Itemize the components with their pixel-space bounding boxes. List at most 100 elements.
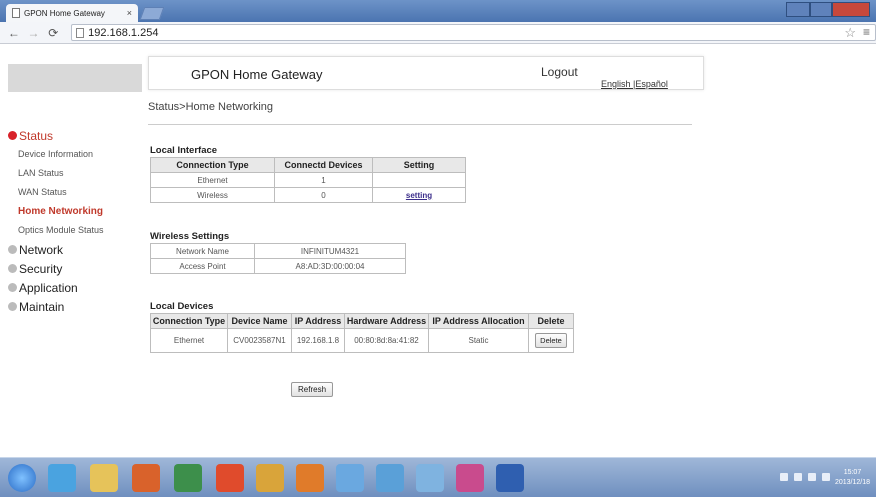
breadcrumb: Status>Home Networking (148, 101, 274, 113)
menu-icon[interactable]: ≡ (863, 25, 870, 39)
media-icon[interactable] (132, 464, 160, 492)
column-header: Hardware Address (344, 313, 429, 329)
bullet-icon (8, 283, 17, 292)
tray-icon[interactable] (780, 473, 788, 481)
ie-icon[interactable] (48, 464, 76, 492)
cell-label: Network Name (150, 243, 255, 259)
sidebar: Status Device Information LAN Status WAN… (8, 126, 142, 316)
app-icon[interactable] (416, 464, 444, 492)
column-header: Delete (528, 313, 574, 329)
sidebar-category-security[interactable]: Security (8, 259, 142, 278)
sidebar-item-home-networking[interactable]: Home Networking (8, 202, 142, 221)
tab-close-button[interactable]: × (127, 8, 132, 18)
browser-tab[interactable]: GPON Home Gateway × (6, 4, 138, 22)
tab-title: GPON Home Gateway (24, 8, 105, 18)
cell-devices: 0 (274, 187, 373, 203)
tray-icon[interactable] (794, 473, 802, 481)
column-header: Device Name (227, 313, 292, 329)
browser-titlebar: GPON Home Gateway × (0, 0, 876, 22)
local-devices-table: Connection Type Device Name IP Address H… (150, 313, 574, 353)
forward-icon[interactable]: → (26, 26, 42, 40)
outlook-icon[interactable] (296, 464, 324, 492)
bullet-icon (8, 131, 17, 140)
app-icon[interactable] (336, 464, 364, 492)
wireless-settings-table: Network Name INFINITUM4321 Access Point … (150, 243, 406, 274)
cell-connection-type: Ethernet (150, 328, 228, 353)
logout-link[interactable]: Logout (541, 65, 578, 79)
folder-icon[interactable] (90, 464, 118, 492)
cell-connection-type: Wireless (150, 187, 275, 203)
bullet-icon (8, 245, 17, 254)
cell-label: Access Point (150, 258, 255, 274)
sidebar-category-maintain[interactable]: Maintain (8, 297, 142, 316)
page-header: GPON Home Gateway Logout English |Españo… (148, 56, 704, 90)
clock-date: 2013/12/18 (834, 479, 870, 486)
start-button[interactable] (8, 464, 36, 492)
sidebar-item-optics-module-status[interactable]: Optics Module Status (8, 221, 142, 240)
reload-icon[interactable]: ⟳ (45, 26, 61, 40)
sidebar-header (8, 64, 142, 92)
clock[interactable]: 15:07 2013/12/18 (835, 468, 870, 488)
cell-device-name: CV0023587N1 (227, 328, 292, 353)
sidebar-category-status[interactable]: Status (8, 126, 142, 145)
column-header: Connectd Devices (274, 157, 373, 173)
app-icon[interactable] (256, 464, 284, 492)
sidebar-category-network[interactable]: Network (8, 240, 142, 259)
window-controls (786, 2, 870, 17)
section-title-wireless-settings: Wireless Settings (150, 231, 230, 242)
language-links[interactable]: English |Español (601, 79, 668, 89)
cell-value: INFINITUM4321 (254, 243, 406, 259)
address-bar[interactable]: 192.168.1.254 (71, 24, 876, 41)
page-title: GPON Home Gateway (191, 67, 323, 82)
clock-time: 15:07 (843, 469, 862, 476)
table-row: Ethernet 1 (150, 172, 466, 188)
delete-button[interactable]: Delete (535, 333, 567, 348)
setting-link[interactable]: setting (406, 191, 432, 200)
sidebar-item-lan-status[interactable]: LAN Status (8, 164, 142, 183)
sidebar-item-wan-status[interactable]: WAN Status (8, 183, 142, 202)
system-tray (780, 473, 830, 481)
cell-devices: 1 (274, 172, 373, 188)
sidebar-category-application[interactable]: Application (8, 278, 142, 297)
table-row: Ethernet CV0023587N1 192.168.1.8 00:80:8… (150, 328, 574, 353)
divider (148, 124, 692, 125)
sidebar-category-label: Maintain (19, 299, 65, 314)
app-icon[interactable] (174, 464, 202, 492)
cell-ip-address: 192.168.1.8 (291, 328, 345, 353)
tray-icon[interactable] (808, 473, 816, 481)
tray-icon[interactable] (822, 473, 830, 481)
page-icon (12, 8, 20, 18)
maximize-button[interactable] (810, 2, 832, 17)
user-icon[interactable] (376, 464, 404, 492)
word-icon[interactable] (496, 464, 524, 492)
sidebar-category-label: Network (19, 242, 64, 257)
bullet-icon (8, 302, 17, 311)
cell-hardware-address: 00:80:8d:8a:41:82 (344, 328, 429, 353)
section-title-local-devices: Local Devices (150, 301, 214, 312)
cell-connection-type: Ethernet (150, 172, 275, 188)
taskbar: 15:07 2013/12/18 (0, 457, 876, 497)
local-interface-table: Connection Type Connectd Devices Setting… (150, 157, 466, 203)
close-window-button[interactable] (832, 2, 870, 17)
sidebar-item-device-information[interactable]: Device Information (8, 145, 142, 164)
star-icon[interactable]: ☆ (844, 25, 856, 41)
minimize-button[interactable] (786, 2, 810, 17)
table-row: Access Point A8:AD:3D:00:00:04 (150, 258, 406, 274)
cell-value: A8:AD:3D:00:00:04 (254, 258, 406, 274)
browser-toolbar: ← → ⟳ 192.168.1.254 (0, 22, 876, 44)
column-header: Setting (372, 157, 466, 173)
section-title-local-interface: Local Interface (150, 145, 218, 156)
cell-setting (372, 172, 466, 188)
new-tab-button[interactable] (139, 7, 165, 20)
back-icon[interactable]: ← (6, 26, 22, 40)
table-header-row: Connection Type Connectd Devices Setting (150, 157, 466, 173)
cell-ip-allocation: Static (428, 328, 529, 353)
cell-delete: Delete (528, 328, 574, 353)
sidebar-category-label: Application (19, 280, 78, 295)
column-header: Connection Type (150, 313, 228, 329)
chrome-icon[interactable] (216, 464, 244, 492)
app-icon[interactable] (456, 464, 484, 492)
refresh-button[interactable]: Refresh (291, 382, 334, 397)
column-header: IP Address (291, 313, 345, 329)
sidebar-category-label: Status (19, 128, 54, 143)
